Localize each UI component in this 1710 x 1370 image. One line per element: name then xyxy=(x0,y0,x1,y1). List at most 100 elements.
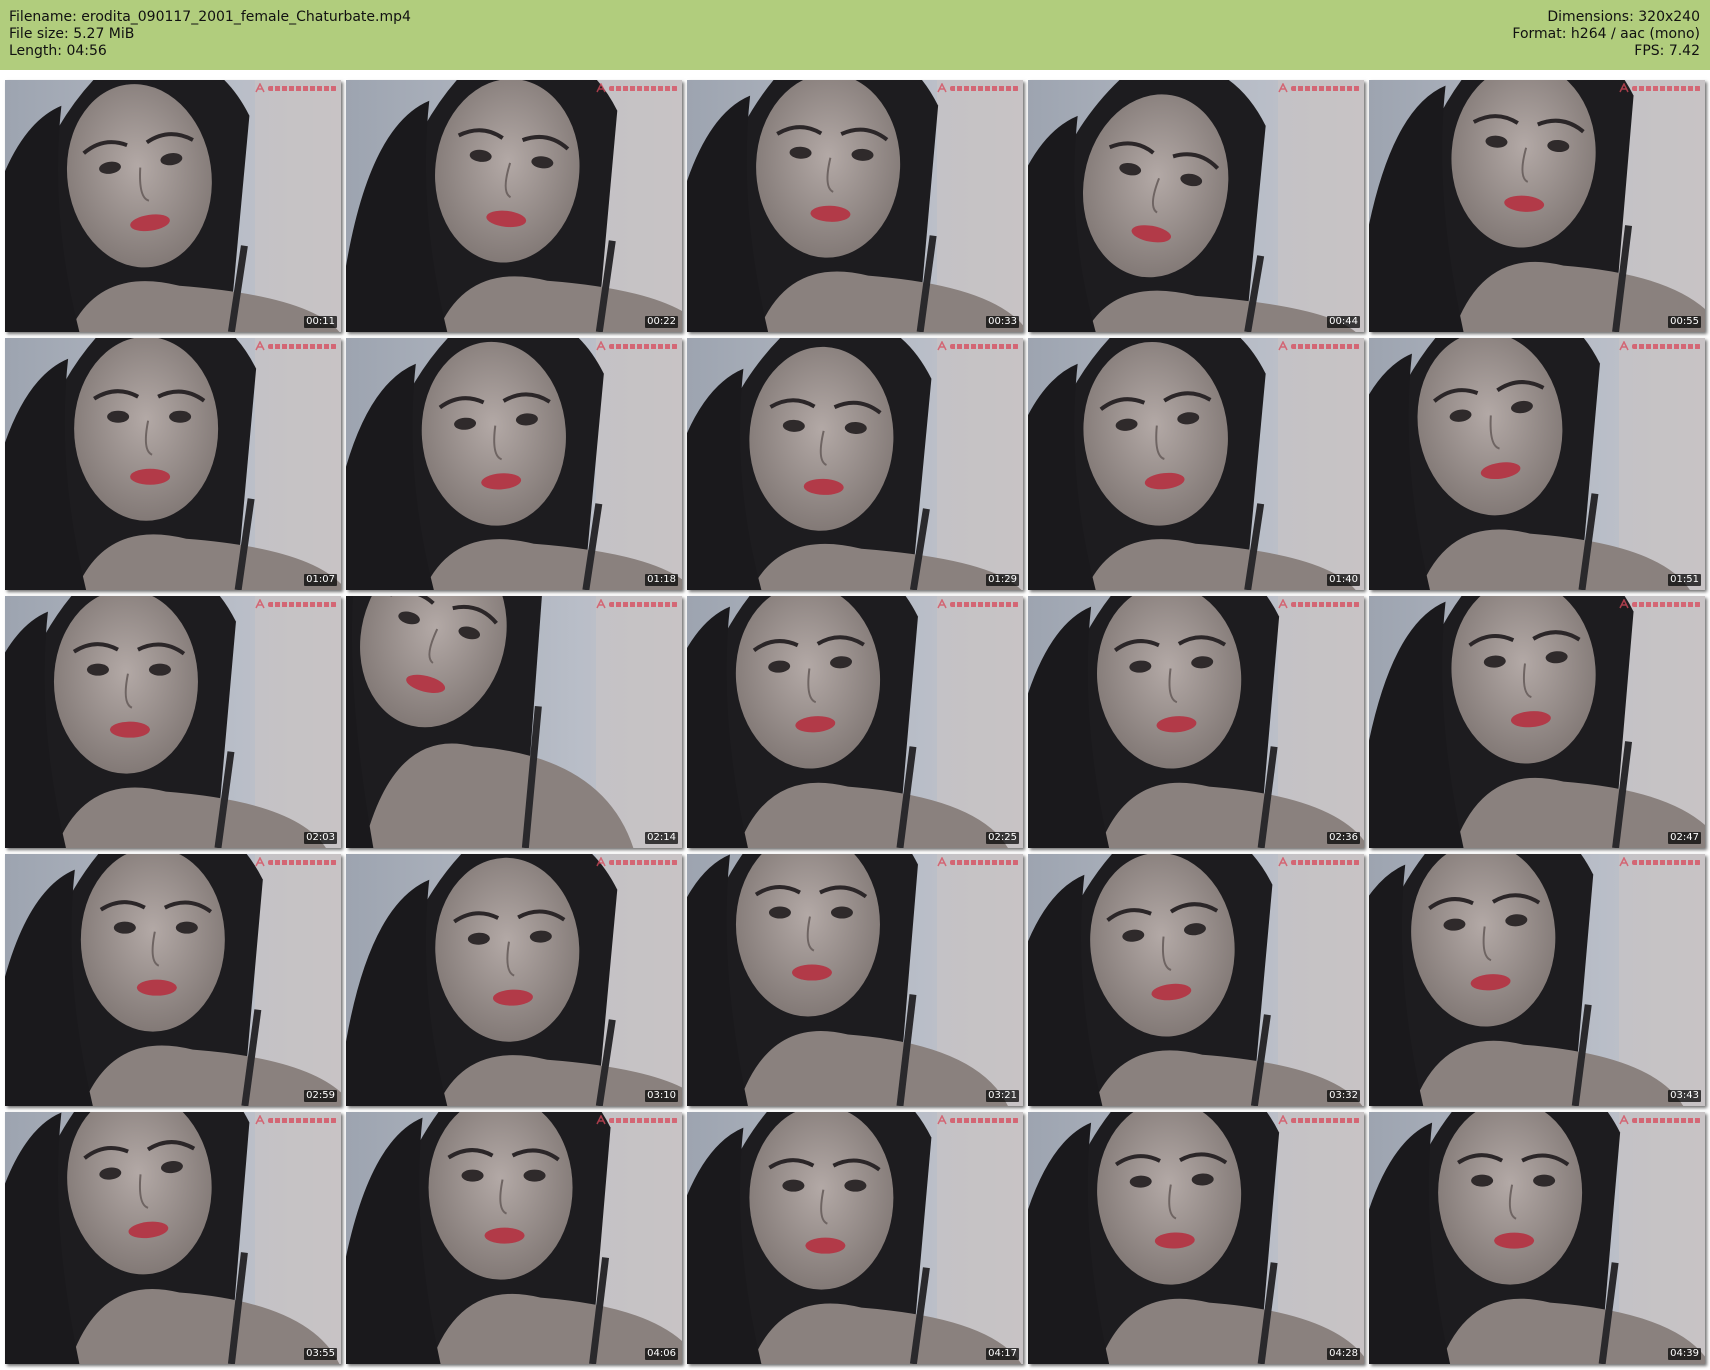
watermark xyxy=(1619,1114,1701,1126)
watermark-text xyxy=(609,859,678,865)
video-frame-thumbnail[interactable]: 02:47 xyxy=(1369,596,1705,848)
watermark xyxy=(937,1114,1019,1126)
video-frame-thumbnail[interactable]: 02:03 xyxy=(5,596,341,848)
frame-timestamp: 02:59 xyxy=(304,1090,337,1102)
watermark-text xyxy=(268,859,337,865)
video-frame-thumbnail[interactable]: 00:44 xyxy=(1028,80,1364,332)
video-frame-thumbnail[interactable]: 02:25 xyxy=(687,596,1023,848)
watermark-logo-icon xyxy=(1619,599,1629,609)
watermark-text xyxy=(1291,859,1360,865)
watermark xyxy=(1278,340,1360,352)
video-frame-thumbnail[interactable]: 01:40 xyxy=(1028,338,1364,590)
watermark-text xyxy=(1632,85,1701,91)
watermark-logo-icon xyxy=(1278,599,1288,609)
watermark-logo-icon xyxy=(937,341,947,351)
frame-timestamp: 04:39 xyxy=(1668,1348,1701,1360)
frame-timestamp: 04:28 xyxy=(1327,1348,1360,1360)
watermark-text xyxy=(950,85,1019,91)
watermark-text xyxy=(1632,343,1701,349)
frame-image xyxy=(346,1112,682,1364)
frame-timestamp: 00:22 xyxy=(645,316,678,328)
file-info: Filename: erodita_090117_2001_female_Cha… xyxy=(9,9,411,60)
watermark xyxy=(1619,82,1701,94)
length-text: Length: 04:56 xyxy=(9,43,107,59)
video-frame-thumbnail[interactable]: 03:55 xyxy=(5,1112,341,1364)
frame-timestamp: 03:43 xyxy=(1668,1090,1701,1102)
watermark-text xyxy=(609,343,678,349)
watermark-text xyxy=(609,1117,678,1123)
video-frame-thumbnail[interactable]: 04:28 xyxy=(1028,1112,1364,1364)
video-frame-thumbnail[interactable]: 03:32 xyxy=(1028,854,1364,1106)
video-frame-thumbnail[interactable]: 01:29 xyxy=(687,338,1023,590)
video-frame-thumbnail[interactable]: 01:07 xyxy=(5,338,341,590)
frame-image xyxy=(346,80,682,332)
watermark xyxy=(937,598,1019,610)
watermark-logo-icon xyxy=(1619,83,1629,93)
frame-image xyxy=(1369,1112,1705,1364)
video-frame-thumbnail[interactable]: 04:17 xyxy=(687,1112,1023,1364)
watermark xyxy=(1619,340,1701,352)
frame-timestamp: 01:29 xyxy=(986,574,1019,586)
video-frame-thumbnail[interactable]: 04:39 xyxy=(1369,1112,1705,1364)
watermark-logo-icon xyxy=(596,599,606,609)
watermark xyxy=(1278,1114,1360,1126)
video-frame-thumbnail[interactable]: 01:18 xyxy=(346,338,682,590)
watermark xyxy=(937,82,1019,94)
video-frame-thumbnail[interactable]: 00:22 xyxy=(346,80,682,332)
video-frame-thumbnail[interactable]: 01:51 xyxy=(1369,338,1705,590)
video-frame-thumbnail[interactable]: 03:10 xyxy=(346,854,682,1106)
watermark-text xyxy=(1632,1117,1701,1123)
watermark-text xyxy=(1291,601,1360,607)
video-frame-thumbnail[interactable]: 03:21 xyxy=(687,854,1023,1106)
frame-timestamp: 00:44 xyxy=(1327,316,1360,328)
frame-image xyxy=(1369,80,1705,332)
frame-image xyxy=(5,338,341,590)
frame-timestamp: 04:17 xyxy=(986,1348,1019,1360)
watermark-logo-icon xyxy=(1278,83,1288,93)
watermark xyxy=(255,82,337,94)
frame-image xyxy=(687,596,1023,848)
video-frame-thumbnail[interactable]: 00:33 xyxy=(687,80,1023,332)
frame-timestamp: 01:40 xyxy=(1327,574,1360,586)
video-frame-thumbnail[interactable]: 04:06 xyxy=(346,1112,682,1364)
watermark xyxy=(1278,856,1360,868)
watermark xyxy=(1619,598,1701,610)
watermark-text xyxy=(1291,85,1360,91)
frame-image xyxy=(1028,338,1364,590)
frame-timestamp: 01:07 xyxy=(304,574,337,586)
watermark xyxy=(596,856,678,868)
frame-timestamp: 02:03 xyxy=(304,832,337,844)
frame-image xyxy=(687,1112,1023,1364)
frame-image xyxy=(687,338,1023,590)
watermark xyxy=(596,340,678,352)
frame-image xyxy=(1028,854,1364,1106)
watermark-text xyxy=(609,601,678,607)
frame-timestamp: 02:14 xyxy=(645,832,678,844)
watermark xyxy=(596,1114,678,1126)
video-frame-thumbnail[interactable]: 00:11 xyxy=(5,80,341,332)
frame-image xyxy=(1369,338,1705,590)
watermark xyxy=(255,1114,337,1126)
frame-image xyxy=(346,596,682,848)
watermark-text xyxy=(950,601,1019,607)
frame-image xyxy=(1028,80,1364,332)
frame-image xyxy=(687,80,1023,332)
format-text: Format: h264 / aac (mono) xyxy=(1512,26,1700,42)
video-frame-thumbnail[interactable]: 00:55 xyxy=(1369,80,1705,332)
frame-image xyxy=(1028,1112,1364,1364)
watermark-logo-icon xyxy=(255,599,265,609)
video-frame-thumbnail[interactable]: 02:36 xyxy=(1028,596,1364,848)
video-frame-thumbnail[interactable]: 02:14 xyxy=(346,596,682,848)
video-frame-thumbnail[interactable]: 02:59 xyxy=(5,854,341,1106)
frame-image xyxy=(5,80,341,332)
video-frame-thumbnail[interactable]: 03:43 xyxy=(1369,854,1705,1106)
watermark-logo-icon xyxy=(1278,341,1288,351)
watermark-logo-icon xyxy=(937,599,947,609)
watermark-logo-icon xyxy=(255,341,265,351)
watermark-text xyxy=(1632,601,1701,607)
watermark-logo-icon xyxy=(937,1115,947,1125)
watermark-logo-icon xyxy=(255,857,265,867)
watermark-logo-icon xyxy=(596,83,606,93)
frame-image xyxy=(346,338,682,590)
watermark-text xyxy=(1291,343,1360,349)
